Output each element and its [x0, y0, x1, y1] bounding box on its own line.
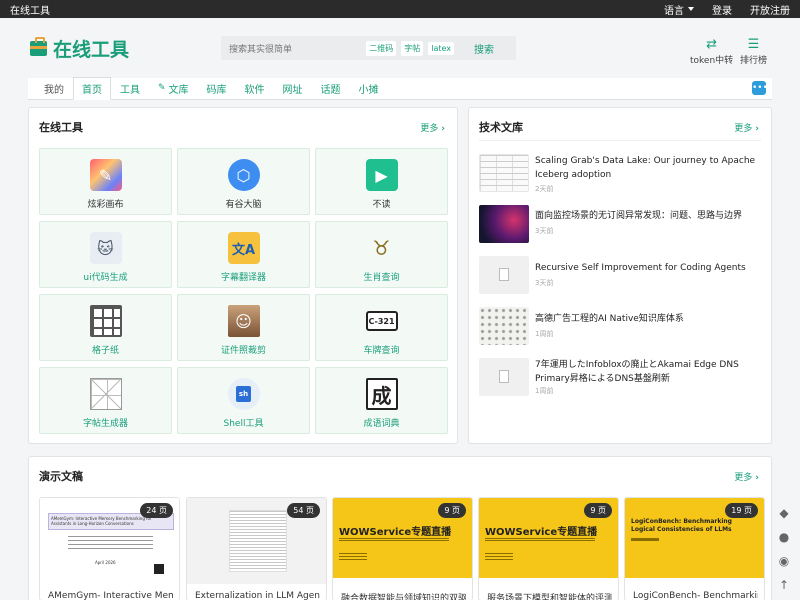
article-thumbnail [479, 154, 529, 192]
hexagon-icon: ⬡ [227, 159, 260, 191]
grid-icon [89, 305, 122, 337]
tool-card[interactable]: sh Shell工具 [177, 367, 310, 434]
article-thumbnail [479, 205, 529, 243]
list-icon: ☰ [747, 37, 760, 52]
tools-panel: 在线工具 更多 › ✎ 炫彩画布 ⬡ 有谷大脑 ▶ 不读 🐱 ui代码生成 文A… [28, 107, 458, 444]
language-dropdown[interactable]: 语言 [664, 2, 694, 17]
divider [479, 140, 761, 141]
search-chip-latex[interactable]: latex [428, 41, 454, 55]
page-count-badge: 54 页 [287, 503, 320, 518]
tool-card[interactable]: 成 成语词典 [315, 367, 448, 434]
page-count-badge: 24 页 [140, 503, 173, 518]
search-chip-copybook[interactable]: 字帖 [401, 40, 424, 56]
article-thumbnail [479, 307, 529, 345]
license-plate-icon: C-321 [365, 311, 398, 331]
chevron-down-icon [688, 7, 694, 11]
ranking-button[interactable]: ☰ 排行榜 [740, 38, 767, 66]
search-input[interactable]: 搜索其实很简单 [229, 42, 361, 55]
panel-title: 演示文稿 [39, 470, 83, 483]
search-button[interactable]: 搜索 [474, 41, 494, 56]
tab-tools[interactable]: 工具 [111, 77, 149, 99]
main-nav: 我的 首页 工具 ✎ 文库 码库 软件 网址 话题 小摊 ••• [28, 77, 772, 100]
top-bar: 在线工具 语言 登录 开放注册 [0, 0, 800, 18]
wechat-icon[interactable]: ● [776, 529, 792, 545]
tool-card[interactable]: 格子纸 [39, 294, 172, 361]
floating-share-bar: ◆ ● ◉ ↑ [776, 505, 792, 600]
chat-icon[interactable]: ••• [752, 81, 768, 95]
shell-file-icon: sh [227, 378, 260, 410]
github-cat-icon: 🐱 [89, 232, 122, 264]
tools-more-link[interactable]: 更多 › [420, 121, 445, 134]
tool-card[interactable]: ♉ 生肖查询 [315, 221, 448, 288]
article-item[interactable]: Scaling Grab's Data Lake: Our journey to… [479, 154, 761, 196]
token-relay-button[interactable]: ⇄ token中转 [690, 38, 733, 66]
tab-home[interactable]: 首页 [73, 77, 111, 100]
qq-icon[interactable]: ◆ [776, 505, 792, 521]
site-name[interactable]: 在线工具 [10, 2, 646, 17]
tab-software[interactable]: 软件 [236, 77, 274, 99]
slide-card[interactable]: LogiConBench: Benchmarking Logical Consi… [624, 497, 765, 600]
page-count-badge: 9 页 [438, 503, 466, 518]
panel-title: 在线工具 [39, 121, 83, 134]
slide-card[interactable]: WOWService专题直播 9 页 服务场景下模型和智能体的评测体 [478, 497, 619, 600]
toolbox-icon [30, 37, 47, 56]
tool-card[interactable]: 🐱 ui代码生成 [39, 221, 172, 288]
tool-card[interactable]: ☺ 证件照裁剪 [177, 294, 310, 361]
article-item[interactable]: 高德广告工程的AI Native知识库体系 1周前 [479, 307, 761, 349]
transfer-icon: ⇄ [706, 37, 718, 52]
logo-text: 在线工具 [53, 39, 130, 61]
tab-topics[interactable]: 话题 [312, 77, 350, 99]
header: 在线工具 搜索其实很简单 二维码 字帖 latex 搜索 ⇄ token中转 ☰… [0, 18, 800, 78]
article-thumbnail [479, 256, 529, 294]
slides-more-link[interactable]: 更多 › [734, 470, 759, 483]
tool-card[interactable]: 字帖生成器 [39, 367, 172, 434]
tool-card[interactable]: ✎ 炫彩画布 [39, 148, 172, 215]
paint-brush-icon: ✎ [89, 159, 122, 191]
document-icon [499, 370, 509, 383]
tool-card[interactable]: ⬡ 有谷大脑 [177, 148, 310, 215]
tool-card[interactable]: C-321 车牌查询 [315, 294, 448, 361]
article-item[interactable]: 面向监控场景的无订阅异常发现：问题、思路与边界 3天前 [479, 205, 761, 247]
articles-panel: 技术文库 更多 › Scaling Grab's Data Lake: Our … [468, 107, 772, 444]
tab-links[interactable]: 网址 [274, 77, 312, 99]
article-item[interactable]: Recursive Self Improvement for Coding Ag… [479, 256, 761, 298]
ox-icon: ♉ [372, 236, 391, 260]
document-icon [499, 268, 509, 281]
portrait-icon: ☺ [227, 305, 260, 337]
search-box: 搜索其实很简单 二维码 字帖 latex 搜索 [221, 36, 516, 60]
article-thumbnail [479, 358, 529, 396]
pen-icon: ✎ [158, 83, 166, 93]
tool-card[interactable]: ▶ 不读 [315, 148, 448, 215]
panel-title: 技术文库 [479, 121, 523, 134]
search-chip-qrcode[interactable]: 二维码 [366, 40, 397, 56]
login-link[interactable]: 登录 [712, 2, 732, 17]
slide-card[interactable]: WOWService专题直播 9 页 融合数据智能与领域知识的双驱动 [332, 497, 473, 600]
translate-icon: 文A [227, 232, 260, 264]
tool-card[interactable]: 文A 字幕翻译器 [177, 221, 310, 288]
page-count-badge: 19 页 [725, 503, 758, 518]
logo[interactable]: 在线工具 [30, 35, 129, 62]
qr-code-icon [154, 564, 164, 574]
tab-stall[interactable]: 小摊 [350, 77, 388, 99]
tab-library[interactable]: ✎ 文库 [149, 77, 198, 99]
weibo-icon[interactable]: ◉ [776, 553, 792, 569]
slide-card[interactable]: 54 页 Externalization in LLM Agents- A [186, 497, 327, 600]
register-link[interactable]: 开放注册 [750, 2, 790, 17]
article-item[interactable]: 7年運用したInfobloxの廃止とAkamai Edge DNS Primar… [479, 358, 761, 400]
back-to-top-icon[interactable]: ↑ [776, 577, 792, 593]
page-count-badge: 9 页 [584, 503, 612, 518]
idiom-icon: 成 [365, 378, 398, 410]
book-icon: ▶ [365, 159, 398, 191]
slide-card[interactable]: AMemGym: Interactive Memory Benchmarking… [39, 497, 180, 600]
tab-code[interactable]: 码库 [198, 77, 236, 99]
tab-mine[interactable]: 我的 [35, 77, 73, 99]
calligraphy-grid-icon [89, 378, 122, 410]
slides-panel: 演示文稿 更多 › AMemGym: Interactive Memory Be… [28, 456, 772, 600]
articles-more-link[interactable]: 更多 › [734, 121, 759, 134]
